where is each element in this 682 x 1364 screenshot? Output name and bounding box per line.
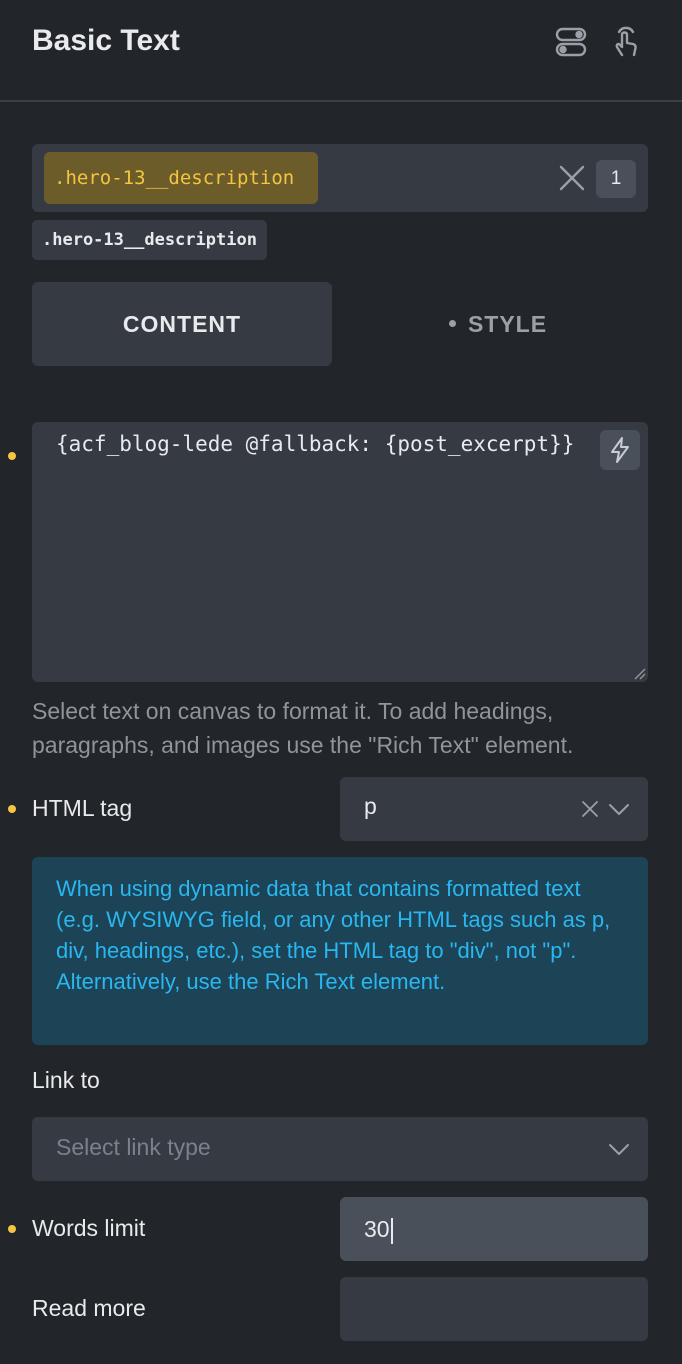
text-content-value: {acf_blog-lede @fallback: {post_excerpt}… [56, 432, 575, 456]
class-count-badge[interactable]: 1 [596, 160, 636, 198]
chevron-down-icon[interactable] [608, 799, 630, 819]
text-help: Select text on canvas to format it. To a… [32, 698, 574, 758]
html-tag-value: p [364, 793, 377, 819]
words-limit-label: Words limit [32, 1215, 146, 1241]
css-selector-field[interactable]: .hero-13__description 1 [32, 144, 648, 212]
class-tag[interactable]: .hero-13__description [32, 220, 267, 260]
close-icon[interactable] [556, 162, 588, 194]
link-type-placeholder: Select link type [56, 1134, 211, 1160]
pointer-hand-icon[interactable] [607, 24, 643, 60]
chevron-down-icon[interactable] [608, 1139, 630, 1159]
words-limit-value: 30 [364, 1216, 390, 1242]
modified-indicator [8, 452, 16, 460]
tab-style-dot [448, 320, 456, 328]
lightning-icon[interactable] [600, 430, 640, 470]
modified-indicator [8, 805, 16, 813]
link-to-label: Link to [32, 1067, 100, 1093]
link-type-select[interactable]: Select link type [32, 1117, 648, 1181]
text-caret [390, 1217, 393, 1244]
dynamic-data-notice: When using dynamic data that contains fo… [32, 857, 648, 1045]
resize-grip-icon[interactable] [632, 666, 646, 680]
active-class-chip[interactable]: .hero-13__description [44, 152, 318, 204]
words-limit-input[interactable]: 30 [340, 1197, 648, 1261]
panel-header: Basic Text [0, 0, 682, 102]
read-more-label: Read more [32, 1295, 146, 1321]
html-tag-label: HTML tag [32, 795, 133, 821]
modified-indicator [8, 1225, 16, 1233]
tab-content[interactable]: CONTENT [32, 282, 332, 366]
read-more-input[interactable] [340, 1277, 648, 1341]
toggle-icon[interactable] [553, 24, 589, 60]
tab-style-label: STYLE [467, 311, 548, 337]
close-icon[interactable] [580, 799, 600, 819]
tab-style[interactable]: STYLE [348, 282, 648, 366]
text-content-textarea[interactable]: {acf_blog-lede @fallback: {post_excerpt}… [32, 422, 648, 682]
html-tag-select[interactable]: p [340, 777, 648, 841]
panel-title: Basic Text [32, 24, 180, 57]
